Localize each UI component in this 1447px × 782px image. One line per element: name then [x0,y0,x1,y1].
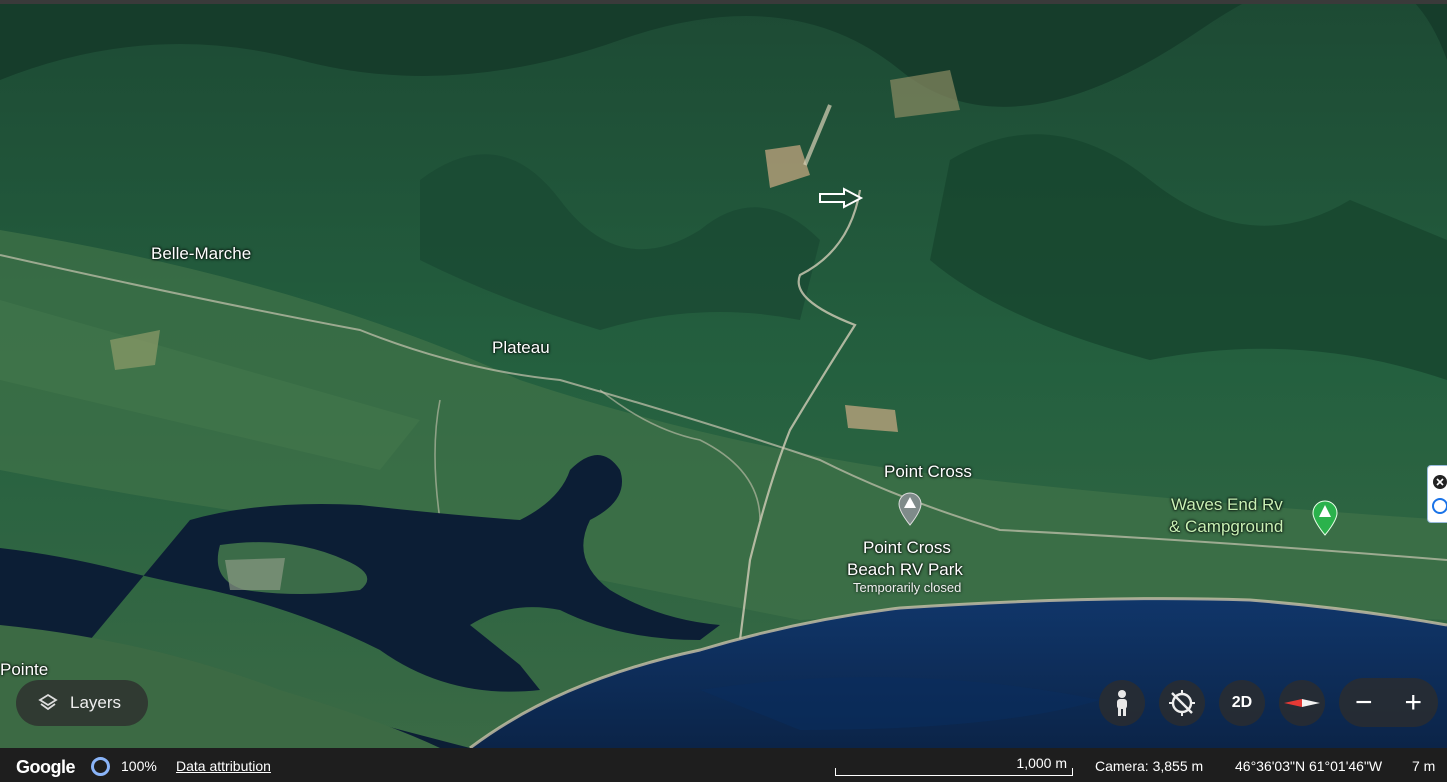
tilt-button[interactable] [1159,680,1205,726]
loading-percent: 100% [121,758,157,774]
layers-button[interactable]: Layers [16,680,148,726]
view-2d-button[interactable]: 2D [1219,680,1265,726]
status-bar: Google 100% Data attribution 1,000 m Cam… [0,748,1447,782]
side-panel-toggle[interactable] [1427,465,1447,523]
compass-icon [1284,699,1320,707]
poi-label-point-cross-beach-1[interactable]: Point Cross [863,538,951,558]
arrow-cursor-icon [819,187,864,209]
cursor-elevation: 7 m [1412,758,1436,774]
pegman-button[interactable] [1099,680,1145,726]
layers-icon [38,693,58,711]
scale-bar[interactable]: 1,000 m [835,750,1073,776]
poi-label-waves-end-2[interactable]: & Campground [1169,517,1283,537]
tilt-icon [1169,690,1195,716]
terrain-imagery [0,0,1447,748]
poi-label-waves-end-1[interactable]: Waves End Rv [1171,495,1283,515]
layers-label: Layers [70,693,122,712]
place-label-point-cross[interactable]: Point Cross [884,462,972,482]
loading-ring-icon [91,757,110,776]
cursor-coordinates: 46°36'03"N 61°01'46"W [1235,758,1383,774]
place-label-pointe[interactable]: Pointe [0,660,48,680]
close-icon[interactable] [1428,466,1447,522]
zoom-in-button[interactable]: + [1404,687,1422,718]
top-edge-bar [0,0,1447,4]
poi-status-temporarily-closed: Temporarily closed [853,580,962,595]
scale-label: 1,000 m [1016,755,1067,771]
campground-green-pin-icon[interactable] [1312,500,1338,536]
campground-pin-icon[interactable] [898,492,922,526]
camera-altitude: Camera: 3,855 m [1095,758,1204,774]
compass-button[interactable] [1279,680,1325,726]
poi-label-point-cross-beach-2[interactable]: Beach RV Park [847,560,963,580]
zoom-out-button[interactable]: − [1355,687,1373,718]
pegman-icon [1117,690,1127,716]
place-label-belle-marche[interactable]: Belle-Marche [151,244,251,264]
zoom-control[interactable]: − + [1339,678,1438,727]
place-label-plateau[interactable]: Plateau [492,338,550,358]
google-logo: Google [16,757,76,777]
satellite-map[interactable]: Belle-Marche Plateau Point Cross Point C… [0,0,1447,748]
data-attribution-link[interactable]: Data attribution [176,758,271,774]
